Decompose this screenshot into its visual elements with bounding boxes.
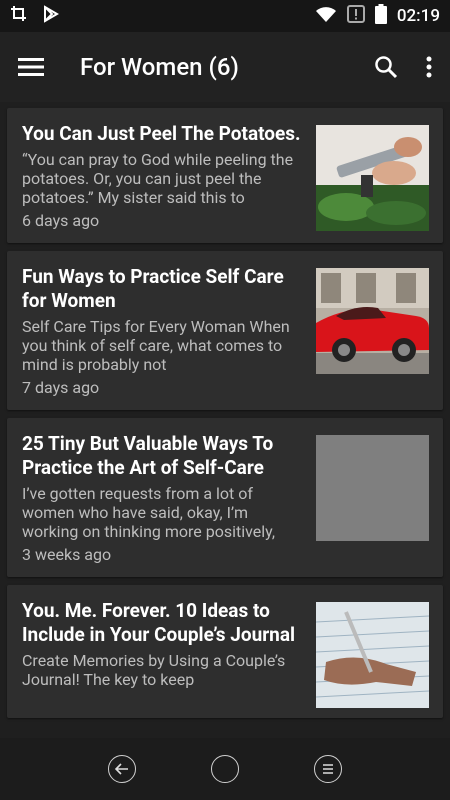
play-store-icon (42, 4, 60, 28)
article-thumbnail (316, 435, 429, 541)
page-title: For Women (6) (80, 53, 239, 81)
article-excerpt: Create Memories by Using a Couple’s Jour… (22, 651, 286, 689)
status-bar: 02:19 (0, 0, 450, 32)
wifi-icon (315, 5, 337, 28)
article-time: 6 days ago (22, 211, 100, 230)
article-thumbnail (316, 602, 429, 708)
system-nav-bar (0, 738, 450, 800)
article-title: You Can Just Peel The Potatoes. (22, 122, 301, 145)
article-excerpt: I’ve gotten requests from a lot of women… (22, 484, 276, 541)
article-card[interactable]: You. Me. Forever. 10 Ideas to Include in… (7, 585, 443, 718)
more-options-icon[interactable] (426, 56, 432, 78)
article-excerpt: Self Care Tips for Every Woman When you … (22, 317, 290, 374)
article-card[interactable]: Fun Ways to Practice Self Care for Women… (7, 251, 443, 410)
app-bar: For Women (6) (0, 32, 450, 102)
menu-icon[interactable] (18, 57, 44, 77)
article-title: 25 Tiny But Valuable Ways To Practice th… (22, 432, 274, 479)
alert-icon (346, 4, 365, 28)
clock: 02:19 (396, 6, 440, 26)
recent-apps-icon[interactable] (314, 755, 343, 783)
article-card[interactable]: You Can Just Peel The Potatoes. “You can… (7, 108, 443, 243)
article-feed[interactable]: You Can Just Peel The Potatoes. “You can… (0, 102, 450, 738)
article-excerpt: “You can pray to God while peeling the p… (22, 150, 294, 207)
back-icon[interactable] (107, 755, 136, 783)
article-thumbnail (316, 125, 429, 231)
battery-icon (374, 3, 387, 29)
home-icon[interactable] (210, 755, 239, 783)
article-time: 3 weeks ago (22, 545, 112, 564)
article-title: Fun Ways to Practice Self Care for Women (22, 265, 284, 312)
crop-icon (10, 5, 28, 28)
search-icon[interactable] (374, 55, 398, 79)
article-time: 7 days ago (22, 378, 100, 397)
article-thumbnail (316, 268, 429, 374)
article-title: You. Me. Forever. 10 Ideas to Include in… (22, 599, 296, 646)
article-card[interactable]: 25 Tiny But Valuable Ways To Practice th… (7, 418, 443, 577)
